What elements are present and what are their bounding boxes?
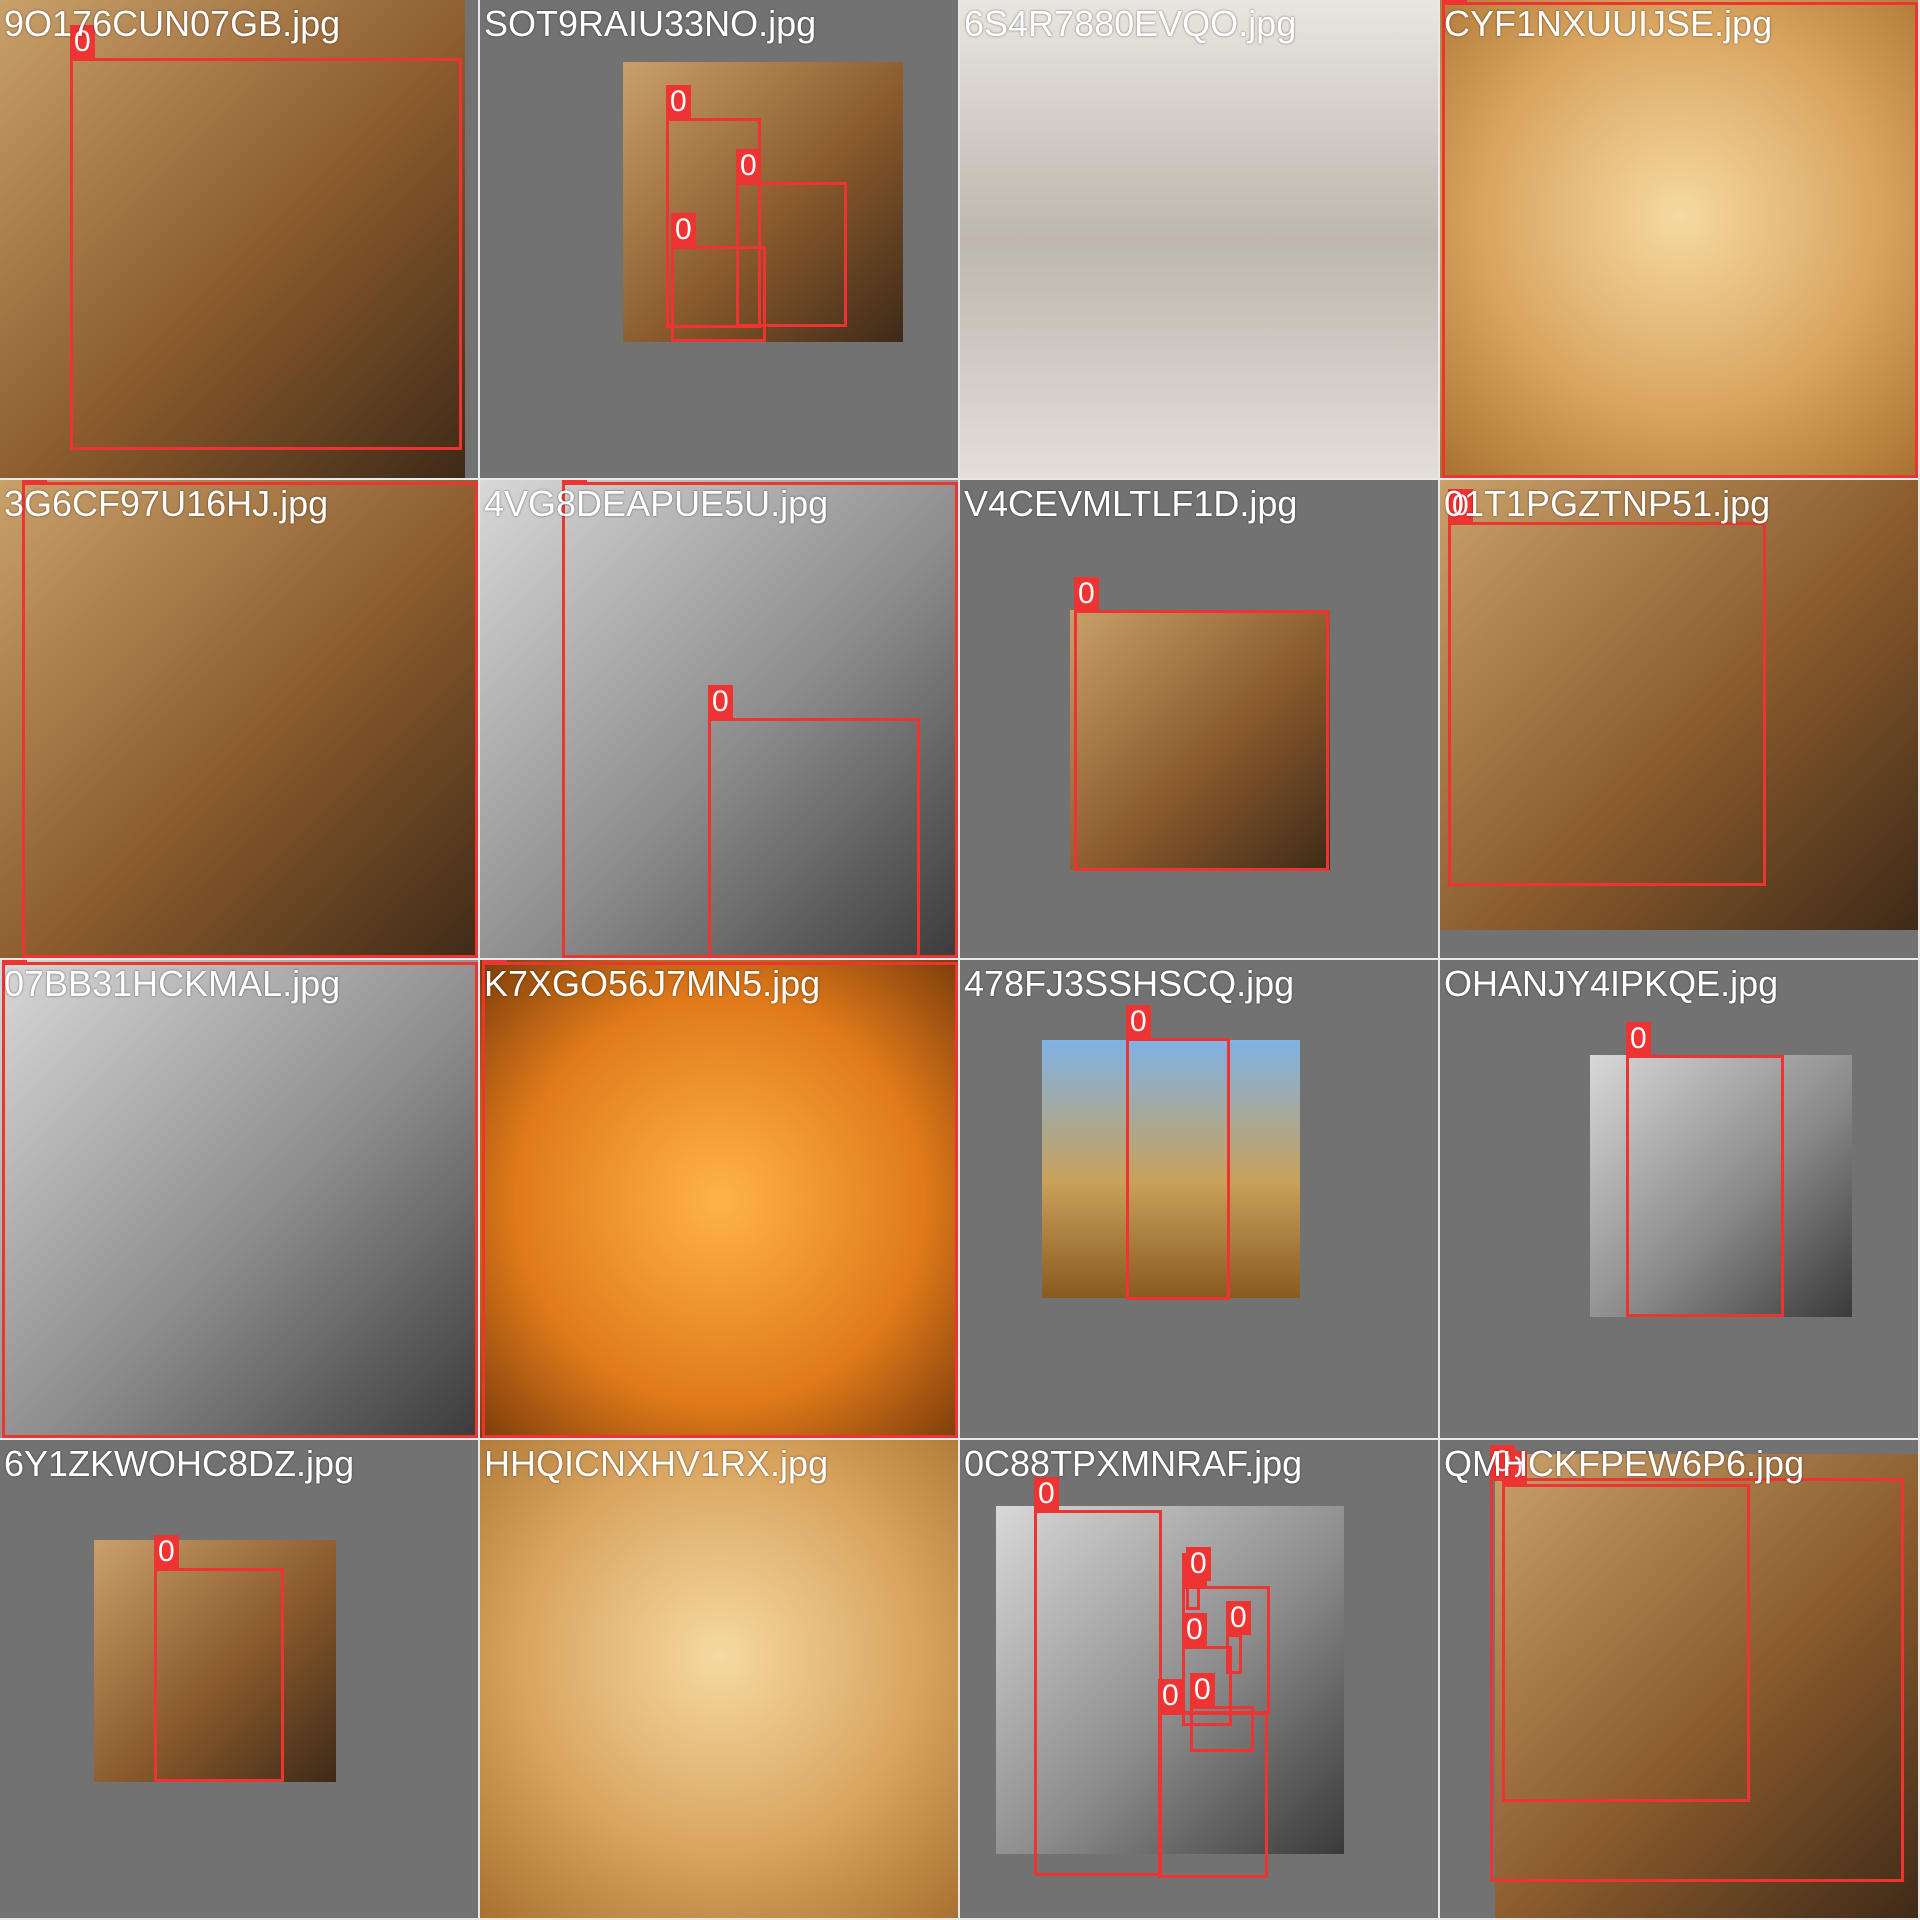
class-label: 0 — [666, 85, 691, 119]
image-filename: 01T1PGZTNP51.jpg — [1444, 483, 1771, 524]
lion-photo — [960, 0, 1438, 478]
image-tile[interactable]: 6Y1ZKWOHC8DZ.jpg 0 — [0, 1440, 480, 1920]
bounding-box: 0 — [1158, 1679, 1268, 1878]
image-filename: QMHCKFPEW6P6.jpg — [1444, 1443, 1805, 1484]
bounding-box: 0 — [154, 1535, 284, 1782]
image-filename: K7XGO56J7MN5.jpg — [484, 963, 821, 1004]
image-tile[interactable]: SOT9RAIU33NO.jpg 0 0 0 — [480, 0, 960, 480]
bounding-box: 0 — [1490, 1445, 1904, 1882]
class-label: 0 — [1626, 1022, 1651, 1056]
bounding-box: 0 — [1448, 489, 1766, 886]
image-filename: HHQICNXHV1RX.jpg — [484, 1443, 829, 1484]
bounding-box: 0 — [1186, 1547, 1211, 1610]
class-label: 0 — [1074, 577, 1099, 611]
detection-mosaic: 9O176CUN07GB.jpg 0 SOT9RAIU33NO.jpg 0 0 0 6S4R… — [0, 0, 1920, 1920]
image-filename: 478FJ3SSHSCQ.jpg — [964, 963, 1295, 1004]
image-filename: SOT9RAIU33NO.jpg — [484, 3, 817, 44]
image-tile[interactable]: V4CEVMLTLF1D.jpg 0 — [960, 480, 1440, 960]
bounding-box: 0 — [1626, 1022, 1784, 1317]
class-label: 0 — [1186, 1547, 1211, 1581]
image-tile[interactable]: 07BB31HCKMAL.jpg0 — [0, 960, 480, 1440]
image-tile[interactable]: 3G6CF97U16HJ.jpg0 — [0, 480, 480, 960]
image-filename: 6S4R7880EVQO.jpg — [964, 3, 1297, 44]
image-tile[interactable]: 9O176CUN07GB.jpg 0 — [0, 0, 480, 480]
bounding-box: 0 — [1226, 1601, 1251, 1674]
image-tile[interactable]: 4VG8DEAPUE5U.jpg00 — [480, 480, 960, 960]
image-tile[interactable]: OHANJY4IPKQE.jpg 0 — [1440, 960, 1920, 1440]
class-label: 0 — [1226, 1601, 1251, 1635]
image-filename: CYF1NXUUIJSE.jpg — [1444, 3, 1773, 44]
image-tile[interactable]: CYF1NXUUIJSE.jpg0 — [1440, 0, 1920, 480]
image-filename: 9O176CUN07GB.jpg — [4, 3, 341, 44]
bounding-box: 0 — [482, 960, 958, 1438]
bounding-box: 0 — [1074, 577, 1329, 871]
image-tile[interactable]: 01T1PGZTNP51.jpg 0 — [1440, 480, 1920, 960]
image-tile[interactable]: K7XGO56J7MN5.jpg0 — [480, 960, 960, 1440]
bounding-box: 0 — [2, 960, 478, 1438]
bounding-box: 0 — [70, 25, 462, 450]
class-label: 0 — [1190, 1673, 1215, 1707]
image-tile[interactable]: 6S4R7880EVQO.jpg — [960, 0, 1440, 480]
image-tile[interactable]: 478FJ3SSHSCQ.jpg 0 — [960, 960, 1440, 1440]
image-tile[interactable]: QMHCKFPEW6P6.jpg00 — [1440, 1440, 1920, 1920]
bounding-box: 0 — [1126, 1005, 1230, 1300]
class-label: 0 — [1158, 1679, 1183, 1713]
image-filename: 6Y1ZKWOHC8DZ.jpg — [4, 1443, 355, 1484]
image-filename: 4VG8DEAPUE5U.jpg — [484, 483, 829, 524]
bounding-box: 0 — [1034, 1477, 1162, 1876]
image-tile[interactable]: 0C88TPXMNRAF.jpg0000000 — [960, 1440, 1440, 1920]
bounding-box: 0 — [22, 480, 478, 958]
class-label: 0 — [154, 1535, 179, 1569]
image-filename: 0C88TPXMNRAF.jpg — [964, 1443, 1303, 1484]
bounding-box: 0 — [708, 685, 920, 958]
image-tile[interactable]: HHQICNXHV1RX.jpg — [480, 1440, 960, 1920]
class-label: 0 — [1182, 1613, 1207, 1647]
bounding-box: 0 — [671, 213, 766, 342]
image-filename: 3G6CF97U16HJ.jpg — [4, 483, 329, 524]
lion-photo — [480, 1440, 958, 1918]
bounding-box: 0 — [1442, 0, 1918, 478]
image-filename: 07BB31HCKMAL.jpg — [4, 963, 341, 1004]
class-label: 0 — [671, 213, 696, 247]
image-filename: V4CEVMLTLF1D.jpg — [964, 483, 1298, 524]
image-filename: OHANJY4IPKQE.jpg — [1444, 963, 1779, 1004]
class-label: 0 — [736, 149, 761, 183]
class-label: 0 — [1126, 1005, 1151, 1039]
class-label: 0 — [708, 685, 733, 719]
